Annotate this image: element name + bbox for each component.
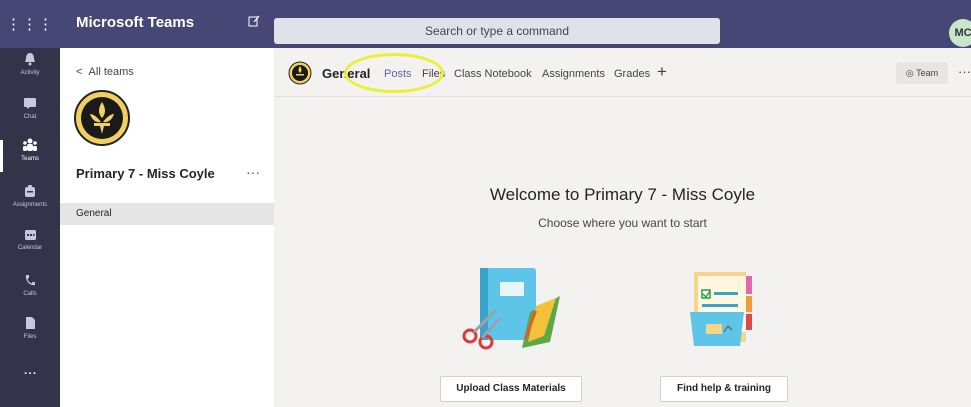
team-pane: < All teams Primary 7 - Miss Coyle ··· G…: [60, 48, 274, 407]
team-logo: [74, 90, 130, 151]
rail-item-teams[interactable]: Teams: [0, 138, 60, 174]
rail-label: Activity: [20, 70, 40, 76]
more-apps-icon[interactable]: ...: [0, 361, 60, 379]
more-options-icon[interactable]: ···: [246, 164, 260, 180]
find-help-training-button[interactable]: Find help & training: [660, 376, 788, 402]
assignments-icon: [0, 184, 60, 201]
app-launcher-icon[interactable]: ⋮⋮⋮: [0, 0, 60, 48]
app-rail: Activity Chat Teams Assignments Calendar…: [0, 48, 60, 407]
tab-grades[interactable]: Grades: [614, 68, 650, 80]
phone-icon: [0, 274, 60, 290]
rail-item-assignments[interactable]: Assignments: [0, 184, 60, 220]
add-tab-button[interactable]: +: [657, 62, 667, 82]
welcome-heading: Welcome to Primary 7 - Miss Coyle: [489, 185, 756, 204]
highlight-circle: [344, 53, 444, 93]
rail-item-chat[interactable]: Chat: [0, 96, 60, 132]
notebook-scissors-illustration: [456, 262, 566, 357]
rail-label: Calls: [23, 291, 37, 297]
upload-class-materials-button[interactable]: Upload Class Materials: [440, 376, 582, 402]
team-button[interactable]: ◎ Team: [896, 62, 948, 84]
welcome-subtitle: Choose where you want to start: [538, 216, 707, 230]
channel-header: General Posts Files Class Notebook Assig…: [274, 48, 971, 97]
channel-logo: [288, 61, 312, 90]
channel-item-general[interactable]: General: [60, 203, 274, 225]
rail-label: Assignments: [12, 202, 48, 208]
chevron-left-icon: <: [76, 66, 89, 78]
rail-item-calendar[interactable]: Calendar: [0, 228, 60, 264]
more-options-icon[interactable]: ···: [958, 64, 971, 79]
channel-label: General: [76, 208, 112, 219]
rail-item-calls[interactable]: Calls: [0, 274, 60, 310]
teams-icon: [0, 138, 60, 155]
rail-item-files[interactable]: Files: [0, 316, 60, 352]
team-name: Primary 7 - Miss Coyle: [76, 166, 215, 181]
file-icon: [0, 316, 60, 333]
avatar[interactable]: MC: [949, 19, 971, 47]
tab-class-notebook[interactable]: Class Notebook: [454, 68, 532, 80]
rail-label: Calendar: [17, 245, 43, 251]
folder-checklist-illustration: [684, 266, 764, 355]
rail-label: Chat: [23, 114, 37, 120]
all-teams-label: All teams: [88, 66, 134, 78]
calendar-icon: [0, 228, 60, 244]
rail-label: Files: [23, 334, 37, 340]
rail-label: Teams: [21, 156, 39, 162]
tab-assignments[interactable]: Assignments: [542, 68, 605, 80]
rail-item-activity[interactable]: Activity: [0, 52, 60, 88]
all-teams-link[interactable]: < All teams: [76, 66, 134, 78]
chat-icon: [0, 96, 60, 113]
app-title: Microsoft Teams: [76, 14, 195, 31]
bell-icon: [0, 52, 60, 69]
compose-icon[interactable]: [248, 14, 260, 30]
top-bar: ⋮⋮⋮ Microsoft Teams Search or type a com…: [0, 0, 971, 48]
search-input[interactable]: Search or type a command: [274, 18, 720, 44]
